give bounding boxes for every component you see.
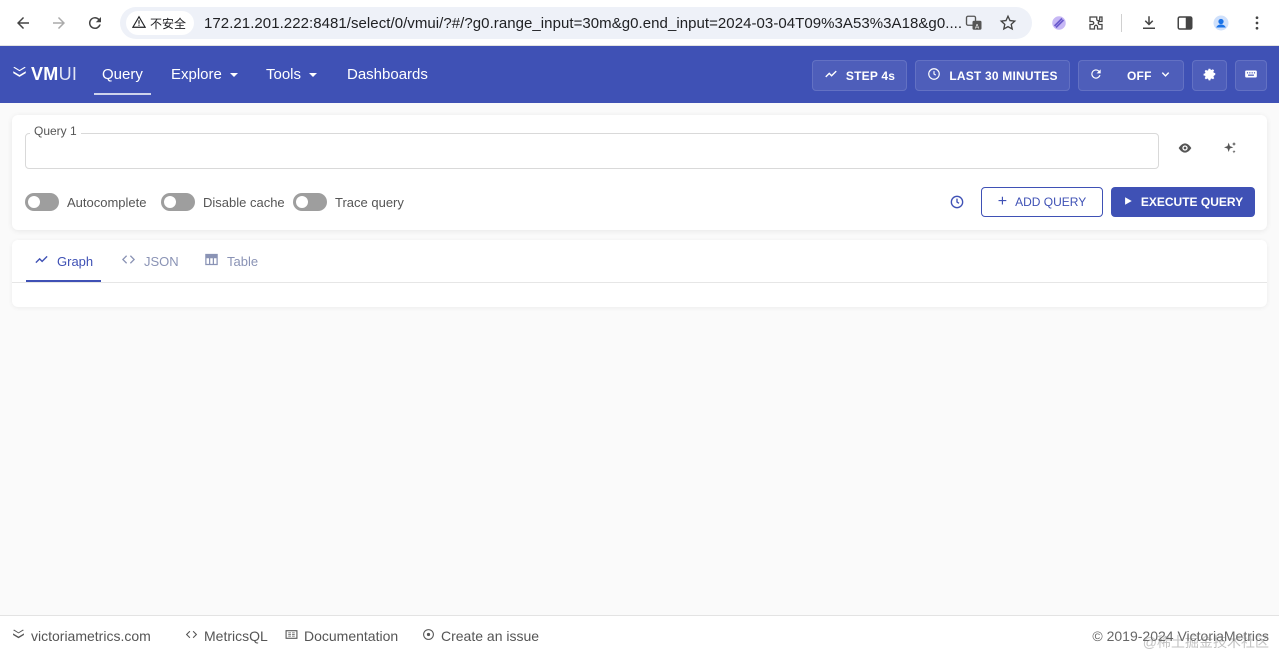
tab-graph[interactable]: Graph [25, 240, 102, 282]
book-icon [285, 628, 298, 644]
autocomplete-toggle[interactable]: Autocomplete [25, 193, 147, 211]
gear-icon [1203, 67, 1217, 84]
code-icon [185, 628, 198, 644]
bookmark-star-icon[interactable] [998, 13, 1018, 33]
code-icon [121, 252, 136, 270]
nav-query[interactable]: Query [94, 46, 151, 103]
table-icon [204, 252, 219, 270]
eye-icon[interactable] [1171, 134, 1199, 162]
url-text[interactable]: 172.21.201.222:8481/select/0/vmui/?#/?g0… [204, 15, 964, 32]
footer-link-label: victoriametrics.com [31, 628, 151, 644]
reload-icon[interactable] [83, 11, 107, 35]
target-icon [422, 628, 435, 644]
execute-query-button[interactable]: EXECUTE QUERY [1111, 187, 1255, 217]
extension-colorful-icon[interactable] [1047, 11, 1071, 35]
refresh-icon[interactable] [1089, 67, 1103, 84]
nav-dashboards[interactable]: Dashboards [347, 46, 428, 103]
tabs-divider [12, 282, 1267, 283]
warning-icon [131, 15, 147, 32]
app-footer: victoriametrics.com MetricsQL Documentat… [0, 615, 1279, 656]
trace-query-label: Trace query [335, 194, 404, 210]
vm-logo-icon [12, 628, 25, 644]
step-label: STEP 4s [845, 68, 896, 83]
plus-icon: + [997, 193, 1008, 210]
extensions-puzzle-icon[interactable] [1084, 11, 1108, 35]
tab-json-label: JSON [144, 253, 179, 269]
chevron-down-icon [1160, 69, 1171, 83]
query-label: Query 1 [30, 124, 81, 138]
tab-table[interactable]: Table [204, 240, 258, 282]
result-tabs-panel: Graph JSON Table [12, 240, 1267, 307]
back-icon[interactable] [11, 11, 35, 35]
disable-cache-label: Disable cache [203, 194, 285, 210]
footer-link-victoriametrics[interactable]: victoriametrics.com [12, 628, 151, 644]
toolbar-divider [1121, 14, 1122, 32]
vmui-logo[interactable]: VM UI [12, 64, 77, 85]
caret-down-icon [229, 72, 238, 77]
trace-query-toggle[interactable]: Trace query [293, 193, 404, 211]
footer-link-label: MetricsQL [204, 628, 268, 644]
nav-tools-label: Tools [266, 66, 302, 83]
footer-link-documentation[interactable]: Documentation [285, 628, 398, 644]
line-chart-icon [34, 252, 49, 270]
trace-query-switch[interactable] [293, 193, 327, 211]
caret-down-icon [309, 72, 318, 77]
download-icon[interactable] [1137, 11, 1161, 35]
query-panel: Query 1 Autocomplete Disable cache Trace… [12, 115, 1267, 230]
nav-explore[interactable]: Explore [171, 46, 238, 103]
keyboard-shortcuts-button[interactable] [1235, 60, 1267, 91]
refresh-interval-label[interactable]: OFF [1127, 69, 1152, 83]
tab-json[interactable]: JSON [121, 240, 179, 282]
app-header: VM UI Query Explore Tools Dashboards STEP… [0, 46, 1279, 103]
footer-link-create-issue[interactable]: Create an issue [422, 628, 539, 644]
trend-icon [824, 67, 838, 84]
watermark-text: @稀土掘金技术社区 [1142, 634, 1269, 650]
footer-link-metricsql[interactable]: MetricsQL [185, 628, 268, 644]
nav-tools[interactable]: Tools [266, 46, 318, 103]
browser-menu-icon[interactable] [1245, 11, 1269, 35]
add-query-button[interactable]: + ADD QUERY [981, 187, 1103, 217]
nav-explore-label: Explore [171, 66, 222, 83]
side-panel-icon[interactable] [1173, 11, 1197, 35]
step-button[interactable]: STEP 4s [812, 60, 907, 91]
tab-table-label: Table [227, 253, 259, 269]
keyboard-icon [1244, 67, 1258, 84]
time-range-label: LAST 30 MINUTES [949, 68, 1058, 83]
nav-dashboards-label: Dashboards [347, 66, 428, 83]
settings-button[interactable] [1192, 60, 1227, 91]
sparkle-icon[interactable] [1216, 134, 1244, 162]
clock-icon [927, 67, 941, 84]
footer-link-label: Documentation [304, 628, 399, 644]
query-input[interactable] [25, 133, 1159, 169]
history-clock-icon[interactable] [943, 188, 971, 216]
disable-cache-switch[interactable] [161, 193, 195, 211]
security-label: 不安全 [150, 16, 187, 31]
browser-toolbar: 不安全 172.21.201.222:8481/select/0/vmui/?#… [0, 0, 1279, 46]
translate-icon[interactable]: A [964, 13, 984, 33]
time-range-button[interactable]: LAST 30 MINUTES [915, 60, 1070, 91]
execute-query-label: EXECUTE QUERY [1140, 195, 1244, 209]
profile-avatar-icon[interactable] [1209, 11, 1233, 35]
auto-refresh-control[interactable]: OFF [1078, 60, 1184, 91]
disable-cache-toggle[interactable]: Disable cache [161, 193, 285, 211]
play-icon [1123, 195, 1133, 209]
add-query-label: ADD QUERY [1015, 195, 1087, 209]
tab-graph-label: Graph [57, 253, 94, 269]
logo-suffix: UI [58, 64, 78, 84]
footer-link-label: Create an issue [441, 628, 540, 644]
nav-query-label: Query [102, 66, 143, 83]
address-bar[interactable]: 不安全 172.21.201.222:8481/select/0/vmui/?#… [120, 7, 1032, 39]
security-chip[interactable]: 不安全 [126, 11, 195, 35]
autocomplete-switch[interactable] [25, 193, 59, 211]
vm-logo-icon [12, 64, 27, 85]
forward-icon[interactable] [47, 11, 71, 35]
autocomplete-label: Autocomplete [67, 194, 147, 210]
logo-text: VM [31, 64, 59, 84]
